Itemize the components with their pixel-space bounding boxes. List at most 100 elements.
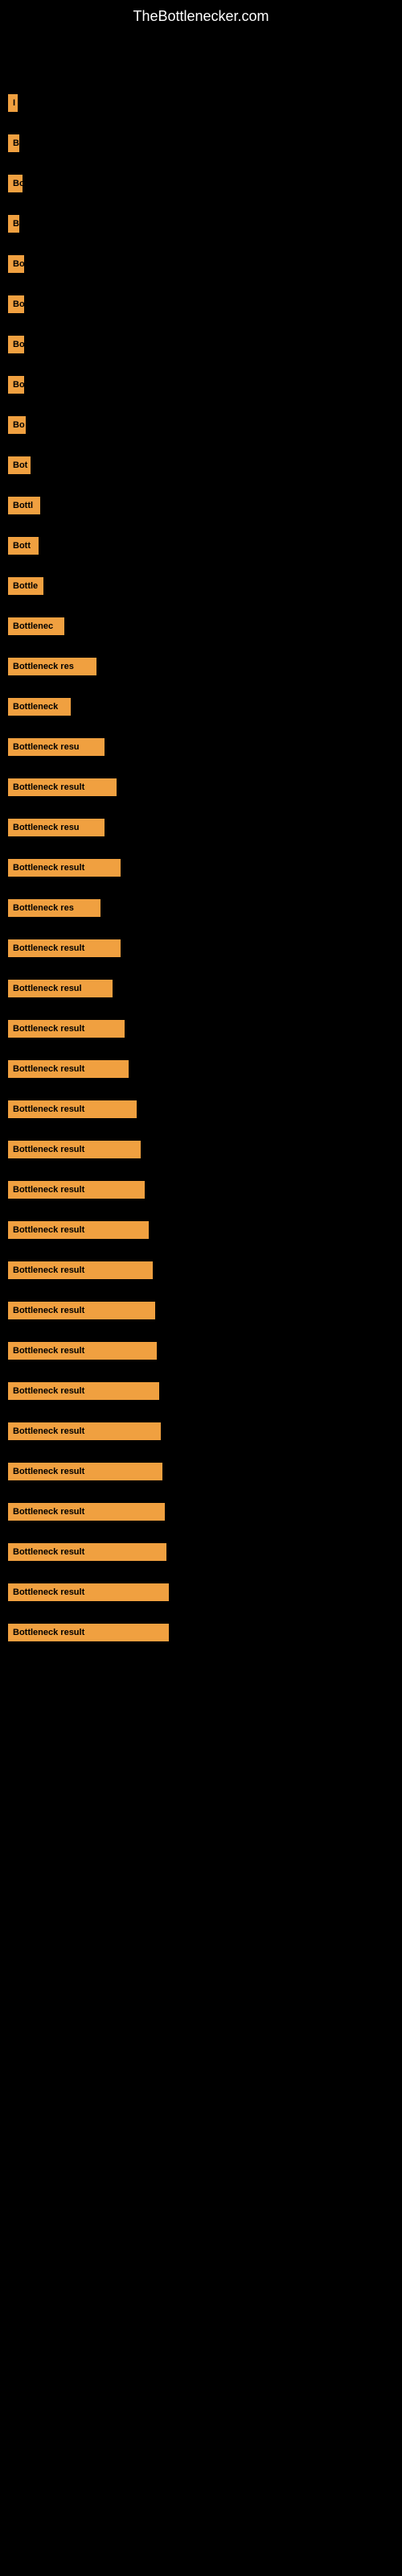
- bar-label-17: Bottleneck: [8, 698, 71, 716]
- bar-label-36: Bottleneck result: [8, 1463, 162, 1480]
- bar-spacer-1: [8, 37, 394, 77]
- bar-row-13: Bott: [8, 535, 39, 557]
- bar-label-39: Bottleneck result: [8, 1583, 169, 1601]
- bar-label-33: Bottleneck result: [8, 1342, 157, 1360]
- bar-spacer-15: Bottlenec: [8, 601, 394, 641]
- bar-row-31: Bottleneck result: [8, 1259, 153, 1282]
- bar-row-38: Bottleneck result: [8, 1541, 166, 1563]
- bar-row-40: Bottleneck result: [8, 1621, 169, 1644]
- bar-row-34: Bottleneck result: [8, 1380, 159, 1402]
- bar-label-27: Bottleneck result: [8, 1100, 137, 1118]
- bar-spacer-6: Bo: [8, 238, 394, 279]
- bar-spacer-35: Bottleneck result: [8, 1406, 394, 1446]
- bar-label-32: Bottleneck result: [8, 1302, 155, 1319]
- bar-spacer-5: B: [8, 198, 394, 238]
- bar-label-23: Bottleneck result: [8, 939, 121, 957]
- bar-label-11: Bot: [8, 456, 31, 474]
- bar-row-10: Bo: [8, 414, 26, 436]
- bar-row-5: B: [8, 213, 19, 235]
- bar-spacer-21: Bottleneck result: [8, 842, 394, 882]
- bar-row-36: Bottleneck result: [8, 1460, 162, 1483]
- bar-label-3: B: [8, 134, 19, 152]
- bar-spacer-40: Bottleneck result: [8, 1607, 394, 1647]
- bar-row-27: Bottleneck result: [8, 1098, 137, 1121]
- bar-label-30: Bottleneck result: [8, 1221, 149, 1239]
- bar-row-7: Bo: [8, 293, 24, 316]
- bar-label-18: Bottleneck resu: [8, 738, 105, 756]
- bar-label-35: Bottleneck result: [8, 1422, 161, 1440]
- bar-spacer-17: Bottleneck: [8, 681, 394, 721]
- bar-spacer-31: Bottleneck result: [8, 1245, 394, 1285]
- bar-row-3: B: [8, 132, 19, 155]
- bar-spacer-4: Bo: [8, 158, 394, 198]
- bar-spacer-19: Bottleneck result: [8, 762, 394, 802]
- bar-label-10: Bo: [8, 416, 26, 434]
- bar-spacer-7: Bo: [8, 279, 394, 319]
- bar-row-17: Bottleneck: [8, 696, 71, 718]
- bar-label-37: Bottleneck result: [8, 1503, 165, 1521]
- bar-label-7: Bo: [8, 295, 24, 313]
- bar-spacer-14: Bottle: [8, 560, 394, 601]
- bar-label-29: Bottleneck result: [8, 1181, 145, 1199]
- bar-label-28: Bottleneck result: [8, 1141, 141, 1158]
- bar-row-32: Bottleneck result: [8, 1299, 155, 1322]
- bar-spacer-18: Bottleneck resu: [8, 721, 394, 762]
- bar-row-28: Bottleneck result: [8, 1138, 141, 1161]
- bar-label-2: I: [8, 94, 18, 112]
- bar-label-14: Bottle: [8, 577, 43, 595]
- bar-spacer-30: Bottleneck result: [8, 1204, 394, 1245]
- bar-label-38: Bottleneck result: [8, 1543, 166, 1561]
- bar-label-20: Bottleneck resu: [8, 819, 105, 836]
- bar-label-22: Bottleneck res: [8, 899, 100, 917]
- bar-spacer-23: Bottleneck result: [8, 923, 394, 963]
- bar-spacer-27: Bottleneck result: [8, 1084, 394, 1124]
- bar-spacer-20: Bottleneck resu: [8, 802, 394, 842]
- bar-spacer-13: Bott: [8, 520, 394, 560]
- bar-row-26: Bottleneck result: [8, 1058, 129, 1080]
- bar-row-22: Bottleneck res: [8, 897, 100, 919]
- bar-spacer-22: Bottleneck res: [8, 882, 394, 923]
- bar-row-16: Bottleneck res: [8, 655, 96, 678]
- bar-label-8: Bo: [8, 336, 24, 353]
- bar-row-20: Bottleneck resu: [8, 816, 105, 839]
- bar-spacer-8: Bo: [8, 319, 394, 359]
- bar-row-37: Bottleneck result: [8, 1501, 165, 1523]
- bar-spacer-12: Bottl: [8, 480, 394, 520]
- bar-row-6: Bo: [8, 253, 24, 275]
- bar-label-13: Bott: [8, 537, 39, 555]
- bar-row-19: Bottleneck result: [8, 776, 117, 799]
- bar-spacer-3: B: [8, 118, 394, 158]
- bar-label-6: Bo: [8, 255, 24, 273]
- bar-row-4: Bo: [8, 172, 23, 195]
- bar-row-25: Bottleneck result: [8, 1018, 125, 1040]
- bar-label-16: Bottleneck res: [8, 658, 96, 675]
- bar-spacer-28: Bottleneck result: [8, 1124, 394, 1164]
- bar-row-33: Bottleneck result: [8, 1340, 157, 1362]
- bar-label-25: Bottleneck result: [8, 1020, 125, 1038]
- bar-label-31: Bottleneck result: [8, 1261, 153, 1279]
- bar-row-18: Bottleneck resu: [8, 736, 105, 758]
- bars-container: I B Bo B Bo Bo Bo Bo Bo Bot Bottl Bott Bottle Bottlen…: [0, 29, 402, 1655]
- bar-row-8: Bo: [8, 333, 24, 356]
- bar-row-23: Bottleneck result: [8, 937, 121, 960]
- bar-spacer-26: Bottleneck result: [8, 1043, 394, 1084]
- bar-spacer-32: Bottleneck result: [8, 1285, 394, 1325]
- bar-label-5: B: [8, 215, 19, 233]
- bar-label-24: Bottleneck resul: [8, 980, 113, 997]
- bar-spacer-25: Bottleneck result: [8, 1003, 394, 1043]
- bar-row-15: Bottlenec: [8, 615, 64, 638]
- bar-row-24: Bottleneck resul: [8, 977, 113, 1000]
- bar-spacer-2: I: [8, 77, 394, 118]
- bar-row-30: Bottleneck result: [8, 1219, 149, 1241]
- bar-label-15: Bottlenec: [8, 617, 64, 635]
- bar-row-12: Bottl: [8, 494, 40, 517]
- bar-row-9: Bo: [8, 374, 24, 396]
- bar-spacer-9: Bo: [8, 359, 394, 399]
- bar-spacer-29: Bottleneck result: [8, 1164, 394, 1204]
- bar-spacer-39: Bottleneck result: [8, 1567, 394, 1607]
- bar-label-26: Bottleneck result: [8, 1060, 129, 1078]
- bar-row-14: Bottle: [8, 575, 43, 597]
- bar-label-4: Bo: [8, 175, 23, 192]
- bar-spacer-24: Bottleneck resul: [8, 963, 394, 1003]
- bar-spacer-36: Bottleneck result: [8, 1446, 394, 1486]
